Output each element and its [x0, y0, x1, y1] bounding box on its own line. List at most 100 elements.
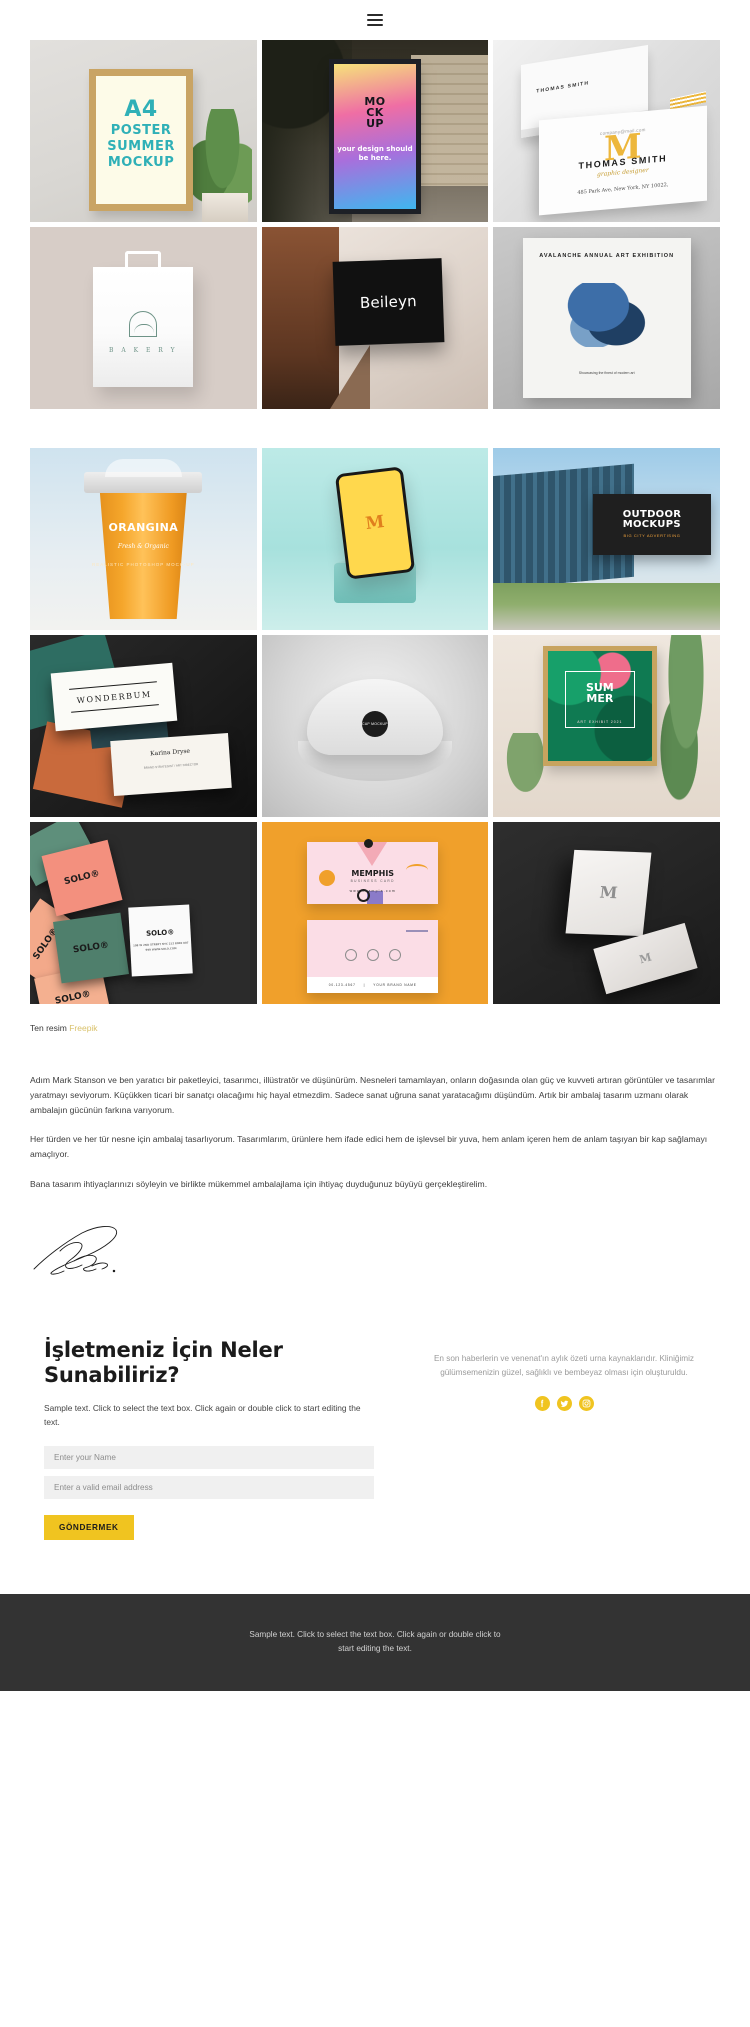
billboard-subtitle: your design should be here. [337, 145, 413, 162]
gallery-image-memphis-cards[interactable]: MEMPHIS BUSINESS CARD www.example.com 00… [261, 822, 489, 1004]
social-links [422, 1395, 706, 1411]
memphis-back-card: 00-123-4567 | YOUR BRAND NAME [306, 920, 439, 994]
memphis-title: MEMPHIS [351, 869, 395, 879]
gallery-image-thomas-smith-card[interactable]: THOMAS SMITH company@mail.com M THOMAS S… [493, 40, 720, 222]
solo-white-card: SOLO® 108 W 2ND STREET NYC 212 8000 007 … [127, 904, 193, 977]
wonderbum-name-card: Karina Dryse BRAND STRATEGIST / ART DIRE… [109, 732, 232, 796]
mail-icon [366, 949, 379, 962]
gallery-section-1: A4 POSTER SUMMER MOCKUP MO CK UP your desi… [0, 40, 750, 409]
cup-brand: ORANGINA [108, 520, 179, 534]
solo-brand: SOLO® [54, 989, 92, 1004]
hamburger-menu-icon[interactable] [367, 14, 383, 26]
gallery-spacer [0, 414, 750, 448]
bag-handle [125, 250, 162, 273]
cup-tagline: Fresh & Organic [117, 542, 169, 550]
brick-wall-decoration [261, 227, 339, 409]
black-box: Beileyn [332, 257, 445, 346]
poster-line-3: SUMMER [107, 139, 175, 155]
about-paragraph-1: Adım Mark Stanson ve ben yaratıcı bir pa… [30, 1075, 715, 1115]
site-header [0, 0, 750, 40]
poster-sheet: AVALANCHE ANNUAL ART EXHIBITION Showcasi… [522, 237, 691, 399]
about-paragraph-2: Her türden ve her tür nesne için ambalaj… [30, 1134, 708, 1160]
building-decoration [411, 54, 489, 186]
solo-brand: SOLO® [63, 869, 101, 888]
memphis-icon-row [307, 949, 438, 962]
memphis-url: www.example.com [349, 889, 396, 894]
location-icon [344, 949, 357, 962]
memphis-footer-bar: 00-123-4567 | YOUR BRAND NAME [306, 977, 439, 994]
cap-patch: CAP MOCKUP [361, 711, 388, 738]
gallery-row: B A K E R Y Beileyn AVALANCHE ANNUAL ART… [30, 227, 720, 409]
solo-card: SOLO® [53, 912, 130, 983]
twitter-glyph [560, 1400, 568, 1407]
about-paragraph-3: Bana tasarım ihtiyaçlarınızı söyleyin ve… [30, 1178, 488, 1189]
contact-aside-column: En son haberlerin ve venenat'ın aylık öz… [422, 1338, 706, 1540]
poster-frame: A4 POSTER SUMMER MOCKUP [88, 69, 194, 212]
memphis-brand: YOUR BRAND NAME [373, 983, 417, 988]
hamburger-bar [367, 14, 383, 16]
card-address: 485 Park Ave, New York, NY 10022, [576, 181, 669, 196]
phone-screen-monogram: M [364, 511, 386, 534]
card-stack-name: THOMAS SMITH [535, 79, 589, 95]
gallery-image-orangina-cup[interactable]: ORANGINA Fresh & Organic REALISTIC PHOTO… [30, 448, 257, 630]
gallery-image-billboard[interactable]: MO CK UP your design should be here. [261, 40, 489, 222]
cup-dome [104, 458, 182, 478]
gallery-image-solo-cards[interactable]: SOLO® SOLO® SOLO® SOLO® SOLO® 108 W 2ND … [30, 822, 257, 1004]
beileyn-brand-text: Beileyn [359, 291, 418, 312]
gallery-image-beileyn-box[interactable]: Beileyn [261, 227, 489, 409]
cap-patch-text: CAP MOCKUP [362, 722, 388, 727]
memphis-phone: 00-123-4567 [328, 983, 356, 988]
gallery-image-summer-poster[interactable]: SUM MER ART EXHIBIT 2021 [493, 635, 720, 817]
standing-card: M [565, 849, 652, 936]
gallery-image-phone-mockup[interactable]: M [261, 448, 489, 630]
contact-form-column: İşletmeniz İçin Neler Sunabiliriz? Sampl… [44, 1338, 374, 1540]
poster-line-2: POSTER [110, 123, 172, 139]
gallery-image-bakery-bag[interactable]: B A K E R Y [30, 227, 257, 409]
front-card: company@mail.com M THOMAS SMITH graphic … [538, 105, 707, 215]
poster-text: A4 POSTER SUMMER MOCKUP [96, 97, 186, 171]
exhibition-caption: Showcasing the finest of modern art [578, 371, 635, 376]
cup-smallprint: REALISTIC PHOTOSHOP MOCK-UP [92, 561, 195, 567]
gallery-image-exhibition-poster[interactable]: AVALANCHE ANNUAL ART EXHIBITION Showcasi… [493, 227, 720, 409]
submit-button[interactable]: GÖNDERMEK [44, 1514, 134, 1540]
gallery-image-dark-card[interactable]: M M [493, 822, 720, 1004]
gallery-image-wonderbum-cards[interactable]: WONDERBUM Karina Dryse BRAND STRATEGIST … [30, 635, 257, 817]
memphis-subtitle: BUSINESS CARD [350, 879, 395, 884]
phone-icon [388, 949, 401, 962]
facebook-icon[interactable] [534, 1395, 550, 1411]
gallery-image-cap-mockup[interactable]: CAP MOCKUP [261, 635, 489, 817]
bakery-brand-text: B A K E R Y [109, 347, 178, 355]
about-section: Adım Mark Stanson ve ben yaratıcı bir pa… [0, 1033, 750, 1192]
gallery-row: A4 POSTER SUMMER MOCKUP MO CK UP your desi… [30, 40, 720, 222]
wonderbum-card: WONDERBUM [50, 662, 178, 732]
framed-poster: SUM MER ART EXHIBIT 2021 [543, 645, 657, 767]
page-title: İşletmeniz İçin Neler Sunabiliriz? [44, 1337, 283, 1388]
summer-subtitle: ART EXHIBIT 2021 [577, 720, 623, 725]
pot-decoration [202, 192, 248, 222]
facebook-glyph [540, 1400, 544, 1408]
billboard-panel: MO CK UP your design should be here. [334, 63, 416, 210]
instagram-icon[interactable] [578, 1395, 594, 1411]
name-input[interactable] [44, 1445, 374, 1469]
gallery-image-outdoor-mockups[interactable]: OUTDOOR MOCKUPS BIG CITY ADVERTISING [493, 448, 720, 630]
twitter-icon[interactable] [556, 1395, 572, 1411]
billboard-title: MO CK UP [364, 94, 386, 131]
phone-device: M [334, 466, 416, 580]
solo-address: 108 W 2ND STREET NYC 212 8000 007 999 WW… [132, 941, 189, 952]
outdoor-title: OUTDOOR MOCKUPS [622, 509, 682, 531]
contact-lead-text: Sample text. Click to select the text bo… [44, 1402, 361, 1427]
summer-title: SUM MER [585, 680, 614, 706]
card-monogram: M [637, 950, 653, 967]
gallery-row: ORANGINA Fresh & Organic REALISTIC PHOTO… [30, 448, 720, 630]
email-input[interactable] [44, 1475, 374, 1499]
wonderbum-person-role: BRAND STRATEGIST / ART DIRECTOR [143, 762, 199, 771]
freepik-link[interactable]: Freepik [69, 1023, 97, 1033]
gallery-section-2: ORANGINA Fresh & Organic REALISTIC PHOTO… [0, 448, 750, 1004]
outdoor-subtitle: BIG CITY ADVERTISING [623, 533, 681, 539]
memphis-front-card: MEMPHIS BUSINESS CARD www.example.com [306, 839, 439, 904]
aside-description: En son haberlerin ve venenat'ın aylık öz… [433, 1353, 695, 1377]
outdoor-billboard: OUTDOOR MOCKUPS BIG CITY ADVERTISING [593, 493, 711, 556]
instagram-glyph [582, 1399, 590, 1408]
solo-brand: SOLO® [145, 927, 175, 938]
gallery-image-a4-poster[interactable]: A4 POSTER SUMMER MOCKUP [30, 40, 257, 222]
